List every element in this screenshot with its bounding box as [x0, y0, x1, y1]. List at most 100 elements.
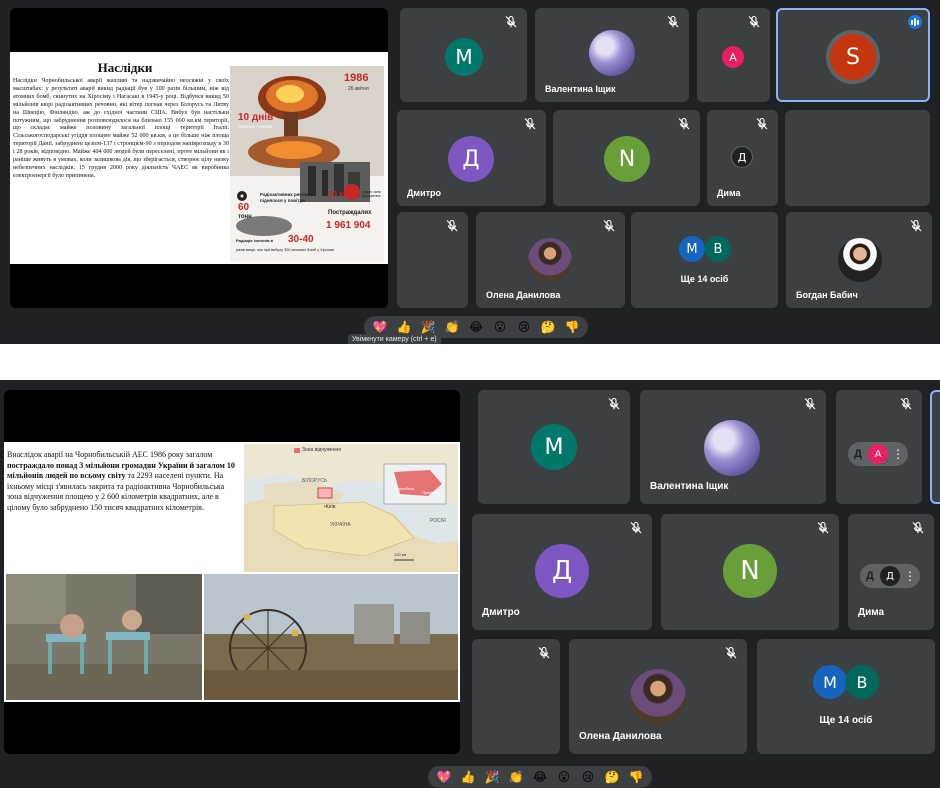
- participant-tile-bohdan[interactable]: Богдан Бабич: [786, 212, 932, 308]
- avatar: M: [531, 424, 577, 470]
- map-scale: 100 км: [394, 552, 407, 557]
- reaction-clap[interactable]: 👏: [442, 317, 462, 337]
- map-inset-label-a: Чорнобиль: [394, 486, 415, 491]
- more-participants-label: Ще 14 осіб: [680, 274, 729, 284]
- reaction-thumbs-down[interactable]: 👎: [562, 317, 582, 337]
- reaction-thumbs-up[interactable]: 👍: [458, 767, 478, 787]
- participant-tile-dmytro[interactable]: Д Дмитро: [472, 514, 652, 630]
- participant-tile-speaking-partial[interactable]: [930, 390, 940, 504]
- participant-tile-empty[interactable]: [785, 110, 930, 206]
- avatar: [630, 669, 686, 725]
- avatar: Д: [448, 136, 494, 182]
- participant-name: Валентина Іщик: [650, 481, 729, 492]
- participant-tile[interactable]: M: [400, 8, 527, 102]
- mic-off-icon: [446, 219, 458, 232]
- info-days-caption: тривала пожежа: [238, 124, 273, 129]
- infographic-art: [230, 66, 384, 262]
- more-options-icon[interactable]: ⋮: [904, 570, 916, 582]
- participant-tile-valentyna[interactable]: Валентина Іщик: [640, 390, 826, 504]
- info-tons: 60: [238, 202, 250, 213]
- info-isotopes: 30-40: [288, 234, 314, 245]
- mic-off-icon: [524, 117, 536, 130]
- participant-tile-speaking[interactable]: S: [776, 8, 930, 102]
- mic-off-icon: [603, 219, 615, 232]
- mic-off-icon: [678, 117, 690, 130]
- participant-tile[interactable]: M: [478, 390, 630, 504]
- info-isotopes-label: Радіація ізотопів в: [236, 238, 273, 243]
- avatar: M: [679, 236, 705, 262]
- participant-name: Валентина Іщик: [545, 84, 616, 94]
- participant-tile[interactable]: A: [697, 8, 770, 102]
- info-year: 1986: [344, 72, 369, 84]
- reaction-surprised[interactable]: 😮: [490, 317, 510, 337]
- map-inset-label-b: Прип'ять: [422, 490, 439, 495]
- participant-tile-dyma[interactable]: Д Дима: [707, 110, 778, 206]
- avatar: [704, 420, 760, 476]
- info-km: 30 км: [328, 190, 350, 199]
- mic-off-icon: [505, 15, 517, 28]
- participant-tile-valentyna[interactable]: Валентина Іщик: [535, 8, 689, 102]
- more-participants-label: Ще 14 осіб: [819, 715, 873, 726]
- reaction-heart[interactable]: 💖: [434, 767, 454, 787]
- participant-name: Дмитро: [482, 607, 520, 618]
- info-isotopes-caption: разів вище, ніж при вибуху 300 атомних б…: [236, 248, 334, 252]
- avatar: B: [845, 665, 879, 699]
- participant-tile[interactable]: [397, 212, 468, 308]
- map-art: [244, 444, 458, 572]
- participant-tile[interactable]: Д A ⋮: [836, 390, 922, 504]
- slide-paragraph-start: Внаслідок аварії на Чорнобильській АЕС 1…: [7, 450, 213, 459]
- info-km-caption: радіус зони відчуження: [362, 190, 381, 198]
- reaction-party[interactable]: 🎉: [482, 767, 502, 787]
- participant-tile[interactable]: [472, 639, 560, 754]
- slide-paragraph: Внаслідок аварії на Чорнобильській АЕС 1…: [7, 450, 241, 513]
- participant-tile-dyma[interactable]: Д Д ⋮ Дима: [848, 514, 934, 630]
- map-label-belarus: БІЛОРУСЬ: [302, 478, 328, 484]
- slide-consequences: Наслідки Наслідки Чорнобильської аварії …: [10, 52, 388, 264]
- mic-off-icon: [910, 219, 922, 232]
- more-participants-tile[interactable]: M B Ще 14 осіб: [631, 212, 778, 308]
- info-victims-label: Постраждалих: [328, 210, 372, 216]
- participant-tile[interactable]: N: [553, 110, 700, 206]
- reaction-thinking[interactable]: 🤔: [538, 317, 558, 337]
- presentation-area: Наслідки Наслідки Чорнобильської аварії …: [10, 8, 388, 308]
- map-label-russia: РОСІЯ: [430, 518, 446, 524]
- avatar: N: [723, 544, 777, 598]
- kindergarten-photo: [6, 574, 202, 700]
- mic-off-icon: [748, 15, 760, 28]
- more-participants-tile[interactable]: M B Ще 14 осіб: [757, 639, 935, 754]
- reaction-clap[interactable]: 👏: [506, 767, 526, 787]
- avatar: A: [722, 46, 744, 68]
- avatar: B: [705, 236, 731, 262]
- avatar: M: [813, 665, 847, 699]
- info-date: 26 квітня: [348, 86, 369, 92]
- participant-tile-olena[interactable]: Олена Данилова: [476, 212, 625, 308]
- participant-tile[interactable]: N: [661, 514, 839, 630]
- reaction-sad[interactable]: 😢: [578, 767, 598, 787]
- reaction-thumbs-down[interactable]: 👎: [626, 767, 646, 787]
- mic-off-icon: [900, 397, 912, 410]
- mic-off-icon: [817, 521, 829, 534]
- pripyat-photo: [204, 574, 458, 700]
- mic-off-icon: [630, 521, 642, 534]
- avatar: Д: [880, 566, 900, 586]
- mic-off-icon: [667, 15, 679, 28]
- tile-hover-initial: Д: [854, 448, 862, 460]
- exclusion-zone-map: Зона відчуження БІЛОРУСЬ УКРАЇНА РОСІЯ •…: [244, 444, 458, 572]
- avatar: M: [445, 38, 483, 76]
- participant-tile-dmytro[interactable]: Д Дмитро: [397, 110, 546, 206]
- meet-window-top: Наслідки Наслідки Чорнобильської аварії …: [0, 0, 940, 344]
- reaction-laugh[interactable]: 😂: [530, 767, 550, 787]
- participant-name: Олена Данилова: [579, 731, 662, 742]
- reaction-laugh[interactable]: 😂: [466, 317, 486, 337]
- reaction-thinking[interactable]: 🤔: [602, 767, 622, 787]
- mic-off-icon: [912, 521, 924, 534]
- participant-name: Богдан Бабич: [796, 290, 858, 300]
- avatar: Д: [731, 146, 753, 168]
- reaction-sad[interactable]: 😢: [514, 317, 534, 337]
- avatar: S: [826, 30, 880, 84]
- more-options-icon[interactable]: ⋮: [892, 448, 904, 460]
- participant-tile-olena[interactable]: Олена Данилова: [569, 639, 747, 754]
- map-label-kyiv: •Київ: [324, 504, 336, 510]
- participant-name: Дима: [858, 607, 885, 618]
- reaction-surprised[interactable]: 😮: [554, 767, 574, 787]
